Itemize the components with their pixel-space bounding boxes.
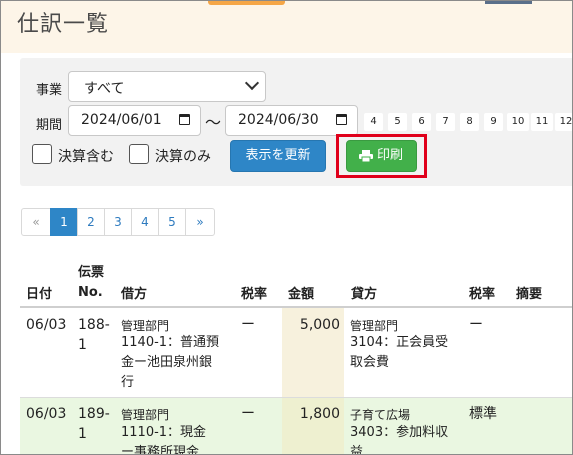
row-amount: 5,000: [299, 317, 340, 333]
pagination-page[interactable]: 2: [77, 208, 105, 236]
header-credit: 貸方: [351, 287, 378, 302]
pagination-page[interactable]: 4: [131, 208, 159, 236]
row-credit-dept: 管理部門: [350, 319, 399, 333]
date-to-value: 2024/06/30: [238, 112, 319, 128]
business-label: 事業: [36, 83, 63, 98]
period-separator: ～: [205, 113, 222, 132]
page-title: 仕訳一覧: [17, 12, 110, 37]
month-button[interactable]: 10: [507, 113, 529, 131]
pagination-page[interactable]: 3: [104, 208, 132, 236]
print-button[interactable]: 印刷: [346, 140, 417, 172]
header-credit-tax: 税率: [469, 287, 496, 302]
row-debit-dept: 管理部門: [121, 408, 170, 422]
calendar-icon[interactable]: [336, 114, 347, 125]
row-debit-account: 1110-1：現金 ー事務所現金: [121, 425, 207, 455]
row-debit-tax: ー: [241, 406, 255, 422]
row-credit-tax: ー: [469, 317, 483, 333]
row-amount: 1,800: [299, 406, 340, 422]
row-slip[interactable]: 189- 1: [78, 404, 110, 444]
pagination-page[interactable]: 5: [158, 208, 186, 236]
row-date: 06/03: [26, 406, 67, 422]
include-settlement-checkbox[interactable]: [32, 144, 52, 164]
header-amount: 金額: [288, 287, 315, 302]
month-button[interactable]: 9: [484, 113, 503, 131]
row-credit-account: 3104：正会員受 取会費: [350, 335, 449, 370]
row-debit-dept: 管理部門: [121, 319, 170, 333]
row-slip[interactable]: 188- 1: [78, 315, 110, 355]
app-window: 仕訳一覧 事業 すべて 期間 2024/06/01 ～ 2024/06/30 4…: [0, 0, 573, 455]
month-button[interactable]: 6: [412, 113, 431, 131]
include-settlement-label: 決算含む: [58, 149, 114, 165]
pagination: « 1 2 3 4 5 »: [21, 208, 215, 236]
page-header: 仕訳一覧: [1, 1, 572, 53]
header-accent: [208, 1, 285, 5]
calendar-icon[interactable]: [179, 114, 190, 125]
period-label: 期間: [36, 118, 63, 133]
month-button[interactable]: 5: [388, 113, 407, 131]
business-select[interactable]: すべて: [68, 71, 266, 102]
printer-icon: [359, 150, 373, 162]
table-header-divider: [20, 306, 572, 308]
date-from-input[interactable]: 2024/06/01: [68, 105, 201, 136]
date-from-value: 2024/06/01: [81, 112, 162, 128]
update-button[interactable]: 表示を更新: [230, 140, 326, 172]
header-slip-no: 伝票 No.: [78, 265, 105, 300]
table-row-divider: [20, 397, 572, 398]
header-date: 日付: [26, 287, 53, 302]
row-debit-account: 1140-1：普通預 金ー池田泉州銀 行: [121, 335, 220, 390]
row-credit-tax: 標準: [469, 406, 497, 422]
business-select-value: すべて: [84, 81, 125, 97]
pagination-prev[interactable]: «: [21, 208, 51, 236]
settlement-only-checkbox[interactable]: [129, 144, 149, 164]
month-button[interactable]: 4: [364, 113, 383, 131]
month-button[interactable]: 11: [531, 113, 553, 131]
row-credit-dept: 子育て広場: [350, 408, 411, 422]
pagination-page[interactable]: 1: [50, 208, 78, 236]
row-debit-tax: ー: [241, 317, 255, 333]
header-accent-dark: [485, 1, 532, 4]
month-button[interactable]: 8: [460, 113, 479, 131]
print-button-label: 印刷: [377, 148, 404, 163]
month-button[interactable]: 12: [555, 113, 572, 131]
date-to-input[interactable]: 2024/06/30: [225, 105, 358, 136]
chevron-down-icon: [244, 75, 260, 91]
row-credit-account: 3403：参加料収 益: [350, 425, 449, 455]
header-memo: 摘要: [516, 287, 543, 302]
settlement-only-label: 決算のみ: [155, 149, 211, 165]
header-debit: 借方: [121, 287, 148, 302]
row-date: 06/03: [26, 317, 67, 333]
month-button[interactable]: 7: [436, 113, 455, 131]
pagination-next[interactable]: »: [185, 208, 215, 236]
header-debit-tax: 税率: [241, 287, 268, 302]
